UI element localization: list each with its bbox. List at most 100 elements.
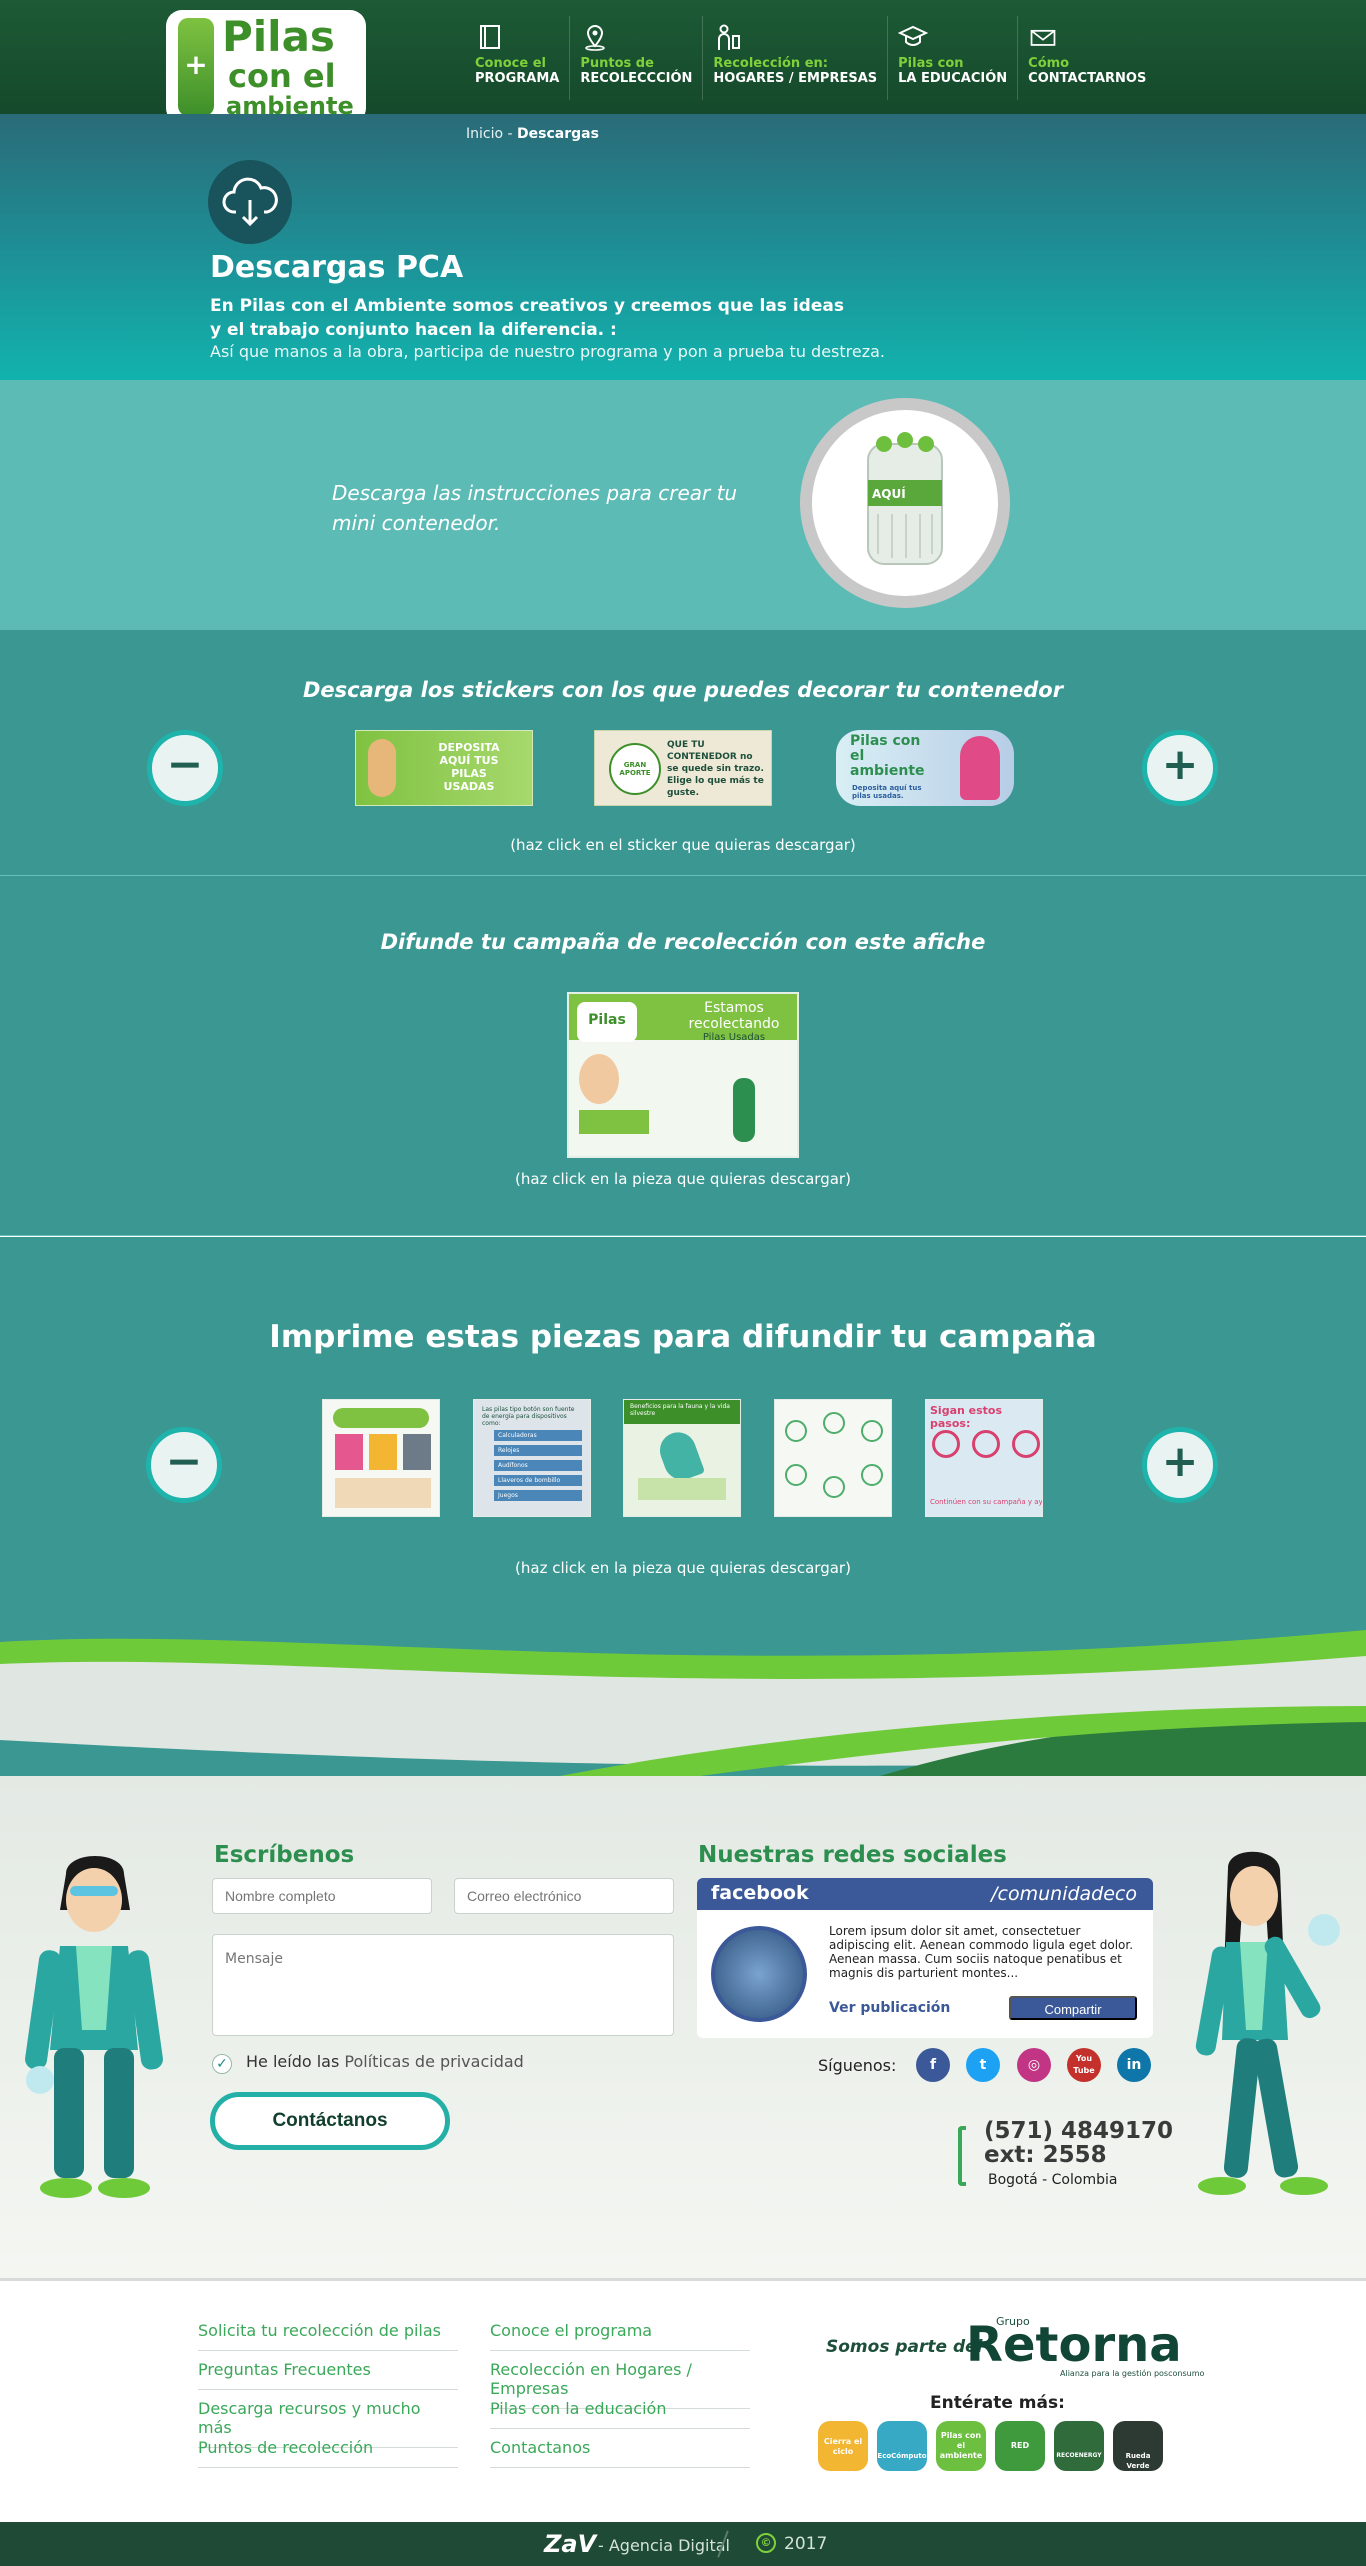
piece-3-text: Beneficios para la fauna y la vida silve… [624, 1400, 740, 1424]
sticker-2[interactable]: GRAN APORTE QUE TU CONTENEDOR no se qued… [594, 730, 772, 806]
site-logo[interactable]: + Pilas con el ambiente [166, 10, 366, 124]
footer-link[interactable]: Contactanos [490, 2438, 750, 2468]
breadcrumb: Inicio - Descargas [466, 126, 599, 142]
message-input[interactable] [212, 1934, 674, 2036]
stickers-hint: (haz click en el sticker que quieras des… [510, 836, 856, 854]
facebook-view-post-link[interactable]: Ver publicación [829, 2000, 950, 2016]
submit-button[interactable]: Contáctanos [210, 2092, 450, 2150]
brand-rueda-verde[interactable]: Rueda Verde [1113, 2421, 1163, 2471]
child-icon [579, 1054, 619, 1104]
location-pin-icon [585, 24, 606, 51]
nav-item-programa[interactable]: Conoce el PROGRAMA [466, 16, 569, 100]
nav-label-top: Recolección en: [713, 56, 828, 71]
footer-link[interactable]: Puntos de recolección [198, 2438, 458, 2468]
facebook-brand: facebook [711, 1882, 809, 1904]
footer-link[interactable]: Pilas con la educación [490, 2399, 750, 2429]
logo-line2: con el [228, 57, 336, 95]
brand-pilas[interactable]: Pilas con el ambiente [936, 2421, 986, 2471]
youtube-icon[interactable]: You Tube [1067, 2048, 1101, 2082]
privacy-link[interactable]: Políticas de privacidad [344, 2052, 523, 2071]
nav-label-bottom: HOGARES / EMPRESAS [713, 71, 878, 86]
facebook-widget: facebook /comunidadeco Lorem ipsum dolor… [697, 1878, 1153, 2038]
sticker-2-text: QUE TU CONTENEDOR no se quede sin trazo.… [667, 740, 764, 798]
nav-item-contacto[interactable]: Cómo CONTACTARNOS [1017, 16, 1156, 100]
facebook-icon[interactable]: f [916, 2048, 950, 2082]
piece-5-foot: Continúen con su campaña y ay [930, 1498, 1042, 1506]
brand-cierra-ciclo[interactable]: Cierra el ciclo [818, 2421, 868, 2471]
print-hint: (haz click en la pieza que quieras desca… [515, 1559, 851, 1577]
print-piece-2[interactable]: Las pilas tipo botón son fuente de energ… [473, 1399, 591, 1517]
contact-title: Escríbenos [214, 1842, 355, 1868]
stickers-section: Descarga los stickers con los que puedes… [0, 630, 1366, 876]
worker-icon [718, 24, 741, 50]
hero-text: Así que manos a la obra, participa de nu… [210, 342, 886, 361]
facebook-share-button[interactable]: Compartir [1009, 1996, 1137, 2020]
nav-item-puntos[interactable]: Puntos de RECOLECCCIÓN [569, 16, 702, 100]
hero-intro-line2: y el trabajo conjunto hacen la diferenci… [210, 320, 617, 340]
poster-sub: Pilas Usadas [702, 1032, 766, 1043]
phone-number: (571) 4849170 [984, 2118, 1174, 2144]
facebook-handle[interactable]: /comunidadeco [991, 1883, 1137, 1905]
footer-link[interactable]: Solicita tu recolección de pilas [198, 2321, 458, 2351]
poster-logo: Pilas [577, 1002, 637, 1042]
footer-link[interactable]: Conoce el programa [490, 2321, 750, 2351]
privacy-text: He leído las [246, 2052, 340, 2071]
hero-intro: En Pilas con el Ambiente somos creativos… [210, 294, 844, 342]
piece-map [638, 1478, 726, 1500]
main-nav: Conoce el PROGRAMA Puntos de RECOLECCCIÓ… [466, 16, 1156, 100]
step-icon [932, 1430, 960, 1458]
privacy-checkbox[interactable]: ✓ [212, 2054, 232, 2074]
location-pin-icon [654, 1427, 706, 1485]
step-icon [972, 1430, 1000, 1458]
piece-2-row: Juegos [494, 1490, 582, 1501]
sticker-1-text: DEPOSITA AQUÍ TUS PILAS USADAS [438, 741, 500, 793]
zav-logo[interactable]: ZaV [544, 2530, 596, 2558]
brand-red-verde[interactable]: RED VERDE [995, 2421, 1045, 2500]
girl-character-icon [1195, 1851, 1340, 2195]
print-piece-3[interactable]: Beneficios para la fauna y la vida silve… [623, 1399, 741, 1517]
facebook-post-image[interactable] [711, 1926, 807, 2022]
print-next-button[interactable]: + [1142, 1427, 1218, 1503]
page-title: Descargas PCA [210, 250, 464, 285]
linkedin-icon[interactable]: in [1117, 2048, 1151, 2082]
somos-label: Somos parte del [826, 2337, 983, 2357]
mini-container-image[interactable]: AQUÍ [800, 398, 1010, 608]
afiche-hint: (haz click en la pieza que quieras desca… [515, 1170, 851, 1188]
name-input[interactable] [212, 1878, 432, 1914]
print-piece-5[interactable]: Sigan estos pasos: Continúen con su camp… [925, 1399, 1043, 1517]
piece-icon [785, 1420, 807, 1442]
facebook-header: facebook /comunidadeco [697, 1878, 1153, 1910]
mini-container-text[interactable]: Descarga las instrucciones para crear tu… [332, 478, 762, 538]
brand-recoenergy[interactable]: RECOENERGY [1054, 2421, 1104, 2471]
afiche-poster[interactable]: Pilas Estamos recolectando Pilas Usadas [567, 992, 799, 1158]
stickers-prev-button[interactable]: − [147, 730, 223, 806]
print-prev-button[interactable]: − [146, 1427, 222, 1503]
print-piece-4[interactable] [774, 1399, 892, 1517]
brand-ecocomputo[interactable]: EcoCómputo [877, 2421, 927, 2471]
nav-label-top: Pilas con [898, 56, 964, 71]
breadcrumb-home[interactable]: Inicio [466, 126, 503, 142]
nav-label-bottom: CONTACTARNOS [1028, 71, 1147, 86]
sticker-3[interactable]: Pilas con el ambiente Deposita aquí tus … [836, 730, 1014, 806]
piece-2-row: Relojes [494, 1445, 582, 1456]
instagram-icon[interactable]: ◎ [1017, 2048, 1051, 2082]
retorna-logo[interactable]: Retorna [966, 2317, 1182, 2373]
twitter-icon[interactable]: t [966, 2048, 1000, 2082]
email-input[interactable] [454, 1878, 674, 1914]
follow-label: Síguenos: [818, 2056, 897, 2075]
boy-character-icon [25, 1856, 163, 2198]
book-icon [480, 25, 500, 49]
site-footer: Solicita tu recolección de pilas Pregunt… [0, 2278, 1366, 2522]
stickers-next-button[interactable]: + [1142, 730, 1218, 806]
sticker-1[interactable]: DEPOSITA AQUÍ TUS PILAS USADAS [355, 730, 533, 806]
step-icon [1012, 1430, 1040, 1458]
bottom-bar: ZaV - Agencia Digital © 2017 [0, 2522, 1366, 2566]
contact-section: Escríbenos ✓ He leído las Políticas de p… [0, 1630, 1366, 2278]
print-piece-1[interactable] [322, 1399, 440, 1517]
nav-item-recoleccion[interactable]: Recolección en: HOGARES / EMPRESAS [702, 16, 887, 100]
piece-2-row: Audífonos [494, 1460, 582, 1471]
piece-2-row: Calculadoras [494, 1430, 582, 1441]
footer-link[interactable]: Preguntas Frecuentes [198, 2360, 458, 2390]
hero-intro-line1: En Pilas con el Ambiente somos creativos… [210, 296, 844, 316]
nav-item-educacion[interactable]: Pilas con LA EDUCACIÓN [887, 16, 1017, 100]
